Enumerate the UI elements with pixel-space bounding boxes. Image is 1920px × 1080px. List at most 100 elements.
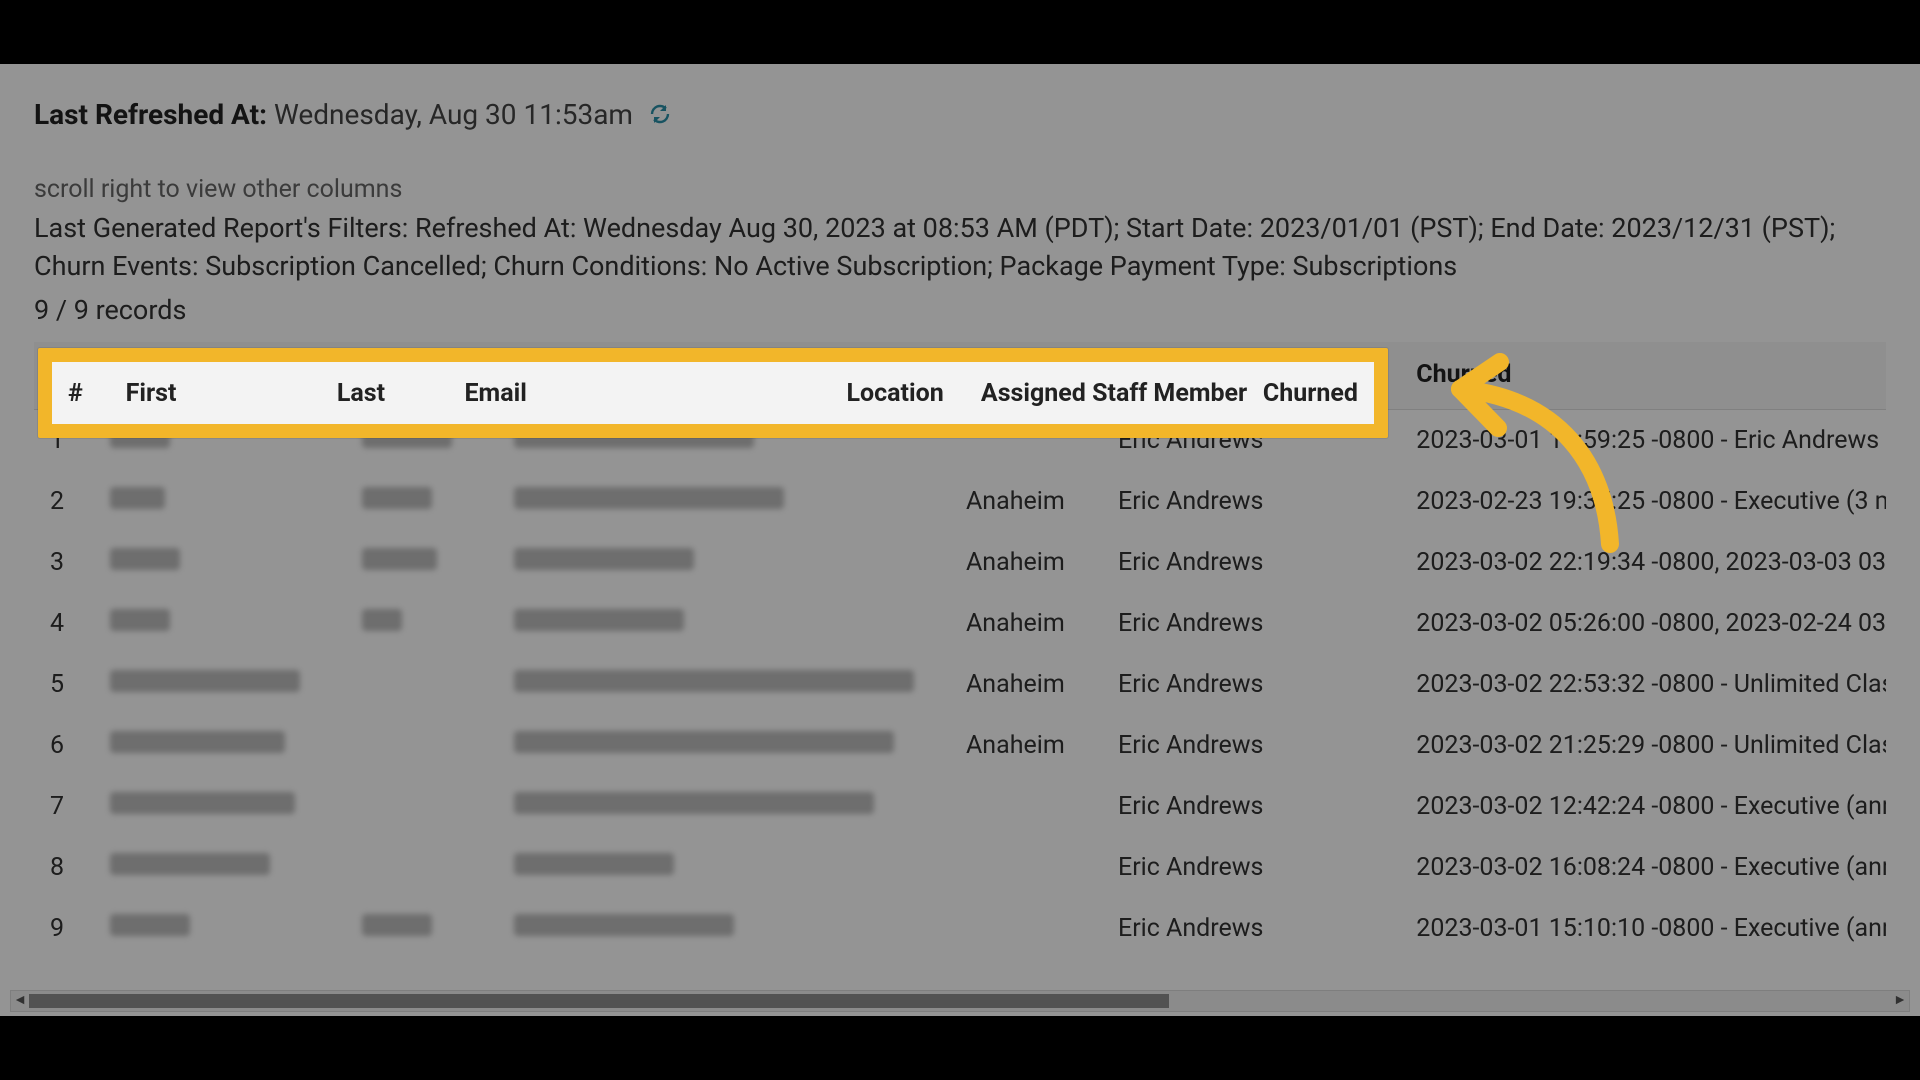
cell-staff: Eric Andrews (1102, 593, 1400, 654)
redacted-value (514, 914, 734, 936)
cell-location (950, 409, 1102, 471)
table-header-row: # First Last Email Location Assigned Sta… (34, 342, 1886, 410)
cell-last (346, 715, 498, 776)
cell-last (346, 593, 498, 654)
filters-summary: Last Generated Report's Filters: Refresh… (34, 210, 1854, 286)
col-header-index[interactable]: # (34, 342, 94, 410)
cell-index: 6 (34, 715, 94, 776)
last-refreshed-value: Wednesday, Aug 30 11:53am (274, 98, 633, 131)
cell-first (94, 898, 346, 959)
redacted-value (362, 548, 437, 570)
redacted-value (362, 914, 432, 936)
cell-staff: Eric Andrews (1102, 776, 1400, 837)
cell-first (94, 654, 346, 715)
table-row[interactable]: 4AnaheimEric Andrews2023-03-02 05:26:00 … (34, 593, 1886, 654)
table-row[interactable]: 7Eric Andrews2023-03-02 12:42:24 -0800 -… (34, 776, 1886, 837)
redacted-value (110, 670, 300, 692)
cell-location: Anaheim (950, 715, 1102, 776)
cell-email (498, 593, 950, 654)
redacted-value (110, 487, 165, 509)
cell-staff: Eric Andrews (1102, 532, 1400, 593)
redacted-value (514, 731, 894, 753)
col-header-churned[interactable]: Churned (1400, 342, 1886, 410)
cell-staff: Eric Andrews (1102, 654, 1400, 715)
cell-email (498, 532, 950, 593)
cell-email (498, 715, 950, 776)
cell-first (94, 532, 346, 593)
cell-churned: 2023-02-23 19:37:25 -0800 - Executive (3… (1400, 471, 1886, 532)
redacted-value (514, 548, 694, 570)
letterbox-bottom (0, 1016, 1920, 1080)
cell-last (346, 776, 498, 837)
cell-last (346, 837, 498, 898)
redacted-value (514, 487, 784, 509)
cell-index: 8 (34, 837, 94, 898)
col-header-email[interactable]: Email (498, 342, 950, 410)
col-header-location[interactable]: Location (950, 342, 1102, 410)
cell-index: 3 (34, 532, 94, 593)
cell-first (94, 471, 346, 532)
redacted-value (110, 426, 170, 448)
cell-index: 9 (34, 898, 94, 959)
cell-first (94, 776, 346, 837)
table-row[interactable]: 1Eric Andrews2023-03-01 11:59:25 -0800 -… (34, 409, 1886, 471)
table-row[interactable]: 3 AnaheimEric Andrews2023-03-02 22:19:34 … (34, 532, 1886, 593)
cell-staff: Eric Andrews (1102, 898, 1400, 959)
cell-email (498, 898, 950, 959)
cell-churned: 2023-03-01 11:59:25 -0800 - Eric Andrews… (1400, 409, 1886, 471)
cell-staff: Eric Andrews (1102, 715, 1400, 776)
report-stage: Last Refreshed At: Wednesday, Aug 30 11:… (0, 64, 1920, 1016)
report-content: Last Refreshed At: Wednesday, Aug 30 11:… (0, 64, 1920, 1016)
redacted-value (110, 548, 180, 570)
redacted-value (514, 853, 674, 875)
redacted-value (110, 609, 170, 631)
cell-churned: 2023-03-02 05:26:00 -0800, 2023-02-24 03… (1400, 593, 1886, 654)
cell-location (950, 898, 1102, 959)
col-header-first[interactable]: First (94, 342, 346, 410)
cell-staff: Eric Andrews (1102, 471, 1400, 532)
cell-index: 1 (34, 409, 94, 471)
table-row[interactable]: 8 Eric Andrews2023-03-02 16:08:24 -0800 -… (34, 837, 1886, 898)
redacted-value (110, 914, 190, 936)
cell-last (346, 471, 498, 532)
cell-churned: 2023-03-02 16:08:24 -0800 - Executive (a… (1400, 837, 1886, 898)
redacted-value (110, 731, 285, 753)
cell-churned: 2023-03-02 22:53:32 -0800 - Unlimited Cl… (1400, 654, 1886, 715)
table-row[interactable]: 2 AnaheimEric Andrews2023-02-23 19:37:25 … (34, 471, 1886, 532)
redacted-value (362, 609, 402, 631)
letterbox-top (0, 0, 1920, 64)
cell-staff: Eric Andrews (1102, 837, 1400, 898)
cell-index: 2 (34, 471, 94, 532)
last-refreshed-line: Last Refreshed At: Wednesday, Aug 30 11:… (34, 98, 1886, 131)
table-row[interactable]: 5AnaheimEric Andrews2023-03-02 22:53:32 … (34, 654, 1886, 715)
cell-last (346, 532, 498, 593)
cell-email (498, 776, 950, 837)
cell-location: Anaheim (950, 471, 1102, 532)
cell-first (94, 409, 346, 471)
report-table-wrap: # First Last Email Location Assigned Sta… (34, 342, 1886, 959)
cell-email (498, 837, 950, 898)
cell-churned: 2023-03-02 21:25:29 -0800 - Unlimited Cl… (1400, 715, 1886, 776)
cell-churned: 2023-03-02 22:19:34 -0800, 2023-03-03 03… (1400, 532, 1886, 593)
scroll-hint-text: scroll right to view other columns (34, 175, 1886, 204)
cell-last (346, 409, 498, 471)
cell-email (498, 654, 950, 715)
redacted-value (362, 487, 432, 509)
table-row[interactable]: 9 Eric Andrews2023-03-01 15:10:10 -0800 -… (34, 898, 1886, 959)
refresh-icon[interactable] (648, 102, 672, 126)
cell-first (94, 715, 346, 776)
cell-email (498, 409, 950, 471)
col-header-staff[interactable]: Assigned Staff Member (1102, 342, 1400, 410)
cell-last (346, 898, 498, 959)
redacted-value (110, 792, 295, 814)
cell-location (950, 837, 1102, 898)
cell-index: 7 (34, 776, 94, 837)
redacted-value (514, 426, 754, 448)
redacted-value (514, 609, 684, 631)
cell-location: Anaheim (950, 593, 1102, 654)
cell-location (950, 776, 1102, 837)
table-row[interactable]: 6 AnaheimEric Andrews2023-03-02 21:25:29 … (34, 715, 1886, 776)
col-header-last[interactable]: Last (346, 342, 498, 410)
cell-location: Anaheim (950, 532, 1102, 593)
cell-churned: 2023-03-01 15:10:10 -0800 - Executive (a… (1400, 898, 1886, 959)
